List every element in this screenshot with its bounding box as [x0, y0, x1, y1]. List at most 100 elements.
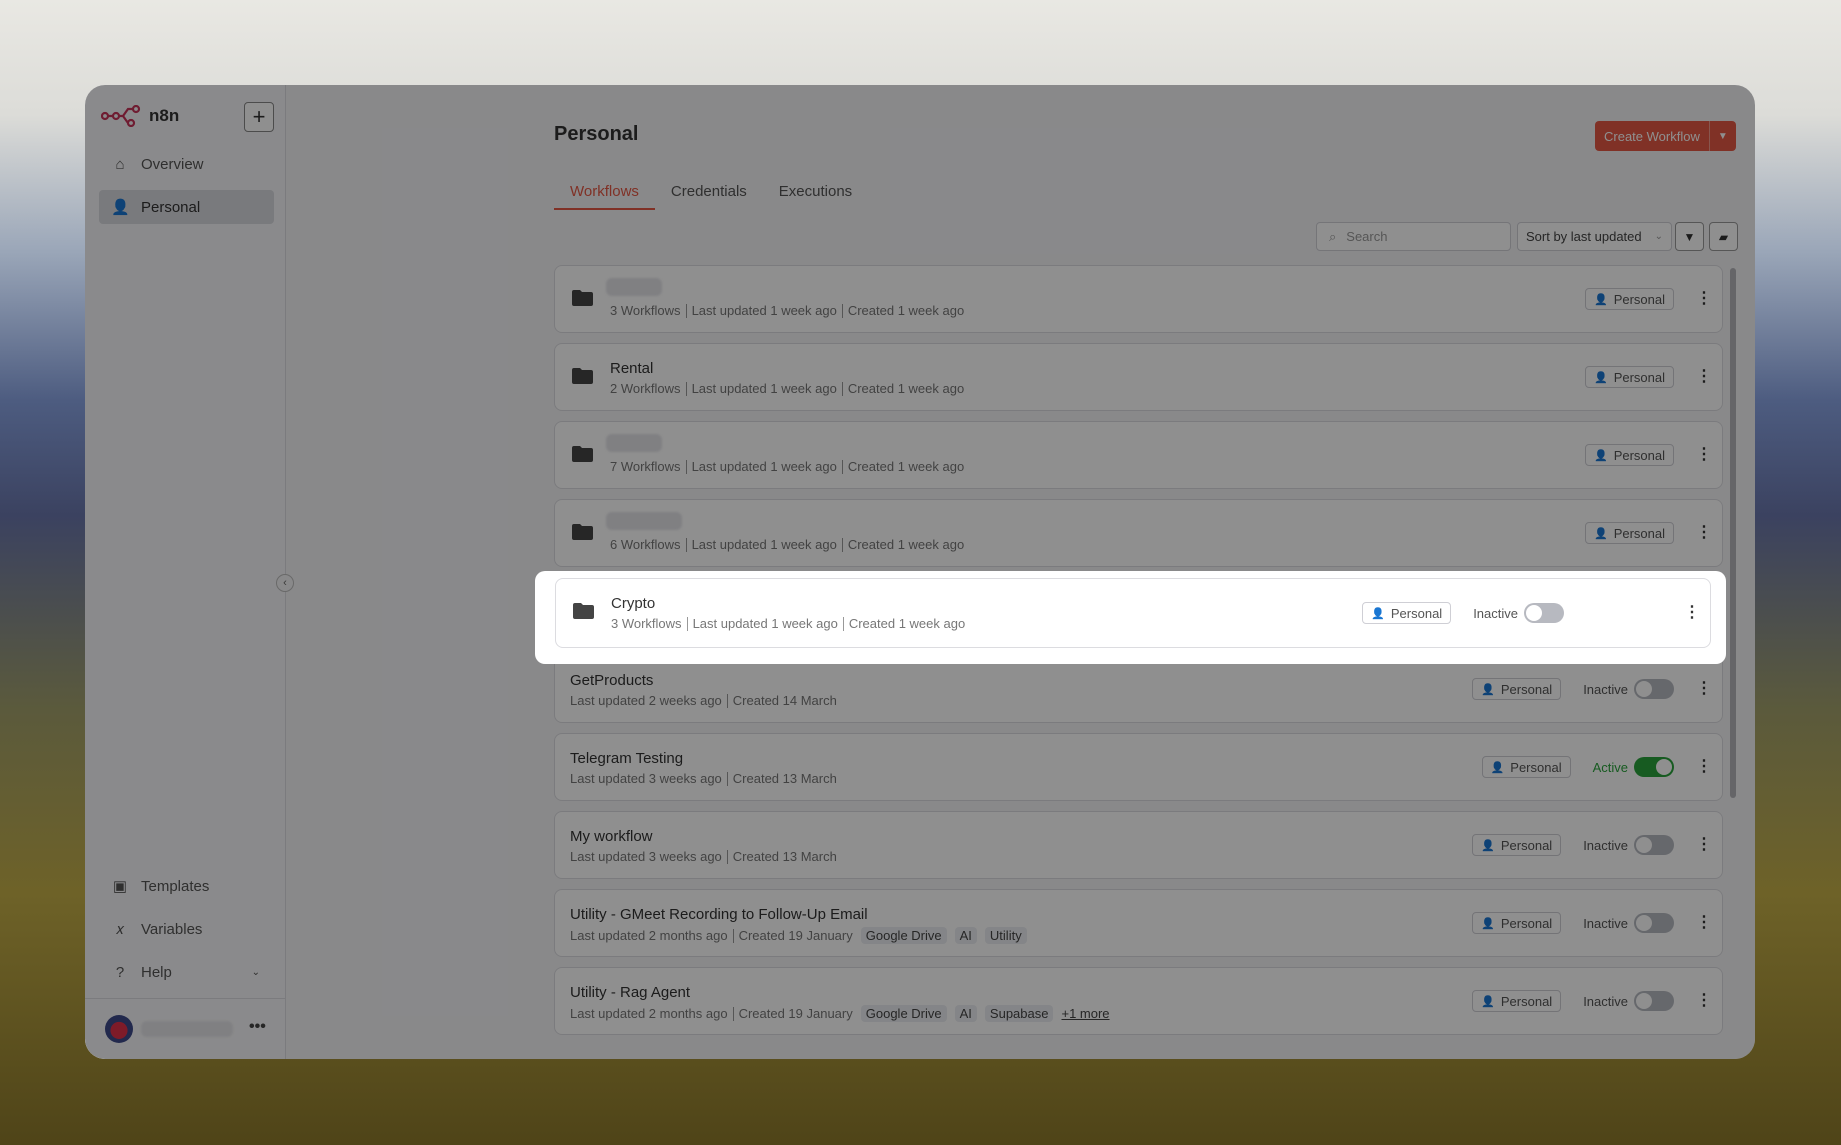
more-options-icon[interactable]: ⋮ — [1696, 681, 1712, 697]
row-actions: 👤 Personal ⋮ — [1584, 344, 1712, 410]
folder-row[interactable]: 6 Workflows Last updated 1 week ago Create… — [554, 499, 1723, 567]
more-options-icon[interactable]: ⋮ — [1696, 837, 1712, 853]
sidebar-item-help[interactable]: ? Help ⌄ — [99, 955, 274, 989]
user-icon: 👤 — [1593, 293, 1608, 306]
folder-row[interactable]: 7 Workflows Last updated 1 week ago Create… — [554, 421, 1723, 489]
new-button[interactable]: + — [244, 102, 274, 132]
tag[interactable]: Google Drive — [860, 927, 947, 944]
sidebar-item-variables[interactable]: 𝑥 Variables — [99, 912, 274, 946]
row-title[interactable]: Utility - Rag Agent — [570, 984, 690, 1001]
more-options-icon[interactable]: ⋮ — [1696, 915, 1712, 931]
avatar[interactable] — [105, 1015, 133, 1043]
more-options-icon[interactable]: ⋮ — [1696, 525, 1712, 541]
sidebar-item-overview[interactable]: ⌂ Overview — [99, 147, 274, 181]
row-title[interactable]: Crypto — [611, 595, 655, 612]
sidebar-item-personal[interactable]: 👤 Personal — [99, 190, 274, 224]
meta-text: 6 Workflows — [610, 537, 681, 552]
meta-text: Last updated 2 months ago — [570, 928, 728, 943]
more-tags-link[interactable]: +1 more — [1061, 1006, 1109, 1021]
meta-text: 2 Workflows — [610, 381, 681, 396]
meta-text: Last updated 3 weeks ago — [570, 771, 722, 786]
more-options-icon[interactable]: ⋮ — [1696, 447, 1712, 463]
active-toggle[interactable] — [1634, 679, 1674, 699]
scrollbar[interactable] — [1730, 268, 1736, 798]
separator — [726, 849, 728, 864]
home-icon: ⌂ — [115, 155, 125, 173]
create-workflow-label[interactable]: Create Workflow — [1595, 121, 1709, 151]
tag[interactable]: Utility — [984, 927, 1027, 944]
user-icon: 👤 — [1593, 371, 1608, 384]
chevron-left-icon: ‹ — [283, 577, 287, 589]
workflow-row[interactable]: Utility - Rag Agent Last updated 2 months… — [554, 967, 1723, 1035]
row-title[interactable]: Telegram Testing — [570, 750, 683, 767]
folder-row[interactable]: Rental 2 Workflows Last updated 1 week ago… — [554, 343, 1723, 411]
nav-label: Templates — [141, 877, 210, 895]
separator — [841, 459, 843, 474]
meta-text: Created 19 January — [738, 1006, 853, 1021]
sidebar-item-templates[interactable]: ▣ Templates — [99, 869, 274, 903]
folder-row[interactable]: Crypto 3 Workflows Last updated 1 week ago… — [555, 578, 1711, 648]
chevron-down-icon: ⌄ — [1654, 231, 1663, 242]
separator — [841, 303, 843, 318]
status-label: Inactive — [1473, 605, 1518, 621]
tab-credentials[interactable]: Credentials — [655, 183, 763, 210]
row-title[interactable]: Utility - GMeet Recording to Follow-Up E… — [570, 906, 868, 923]
divider — [85, 998, 285, 999]
create-workflow-button[interactable]: Create Workflow ▼ — [1595, 121, 1736, 151]
search-input[interactable]: ⌕ Search — [1316, 222, 1511, 251]
separator — [685, 537, 687, 552]
row-title[interactable]: GetProducts — [570, 672, 653, 689]
tabs: Workflows Credentials Executions — [554, 183, 868, 210]
more-options-icon[interactable]: ⋮ — [1696, 369, 1712, 385]
user-menu-button[interactable]: ••• — [249, 1018, 266, 1036]
active-toggle[interactable] — [1634, 835, 1674, 855]
more-options-icon[interactable]: ⋮ — [1696, 993, 1712, 1009]
more-options-icon[interactable]: ⋮ — [1696, 291, 1712, 307]
owner-label: Personal — [1390, 605, 1443, 621]
tag[interactable]: AI — [954, 1005, 977, 1022]
owner-label: Personal — [1500, 681, 1553, 697]
active-toggle[interactable] — [1634, 757, 1674, 777]
more-options-icon[interactable]: ⋮ — [1696, 759, 1712, 775]
workflow-row[interactable]: Utility - GMeet Recording to Follow-Up E… — [554, 889, 1723, 957]
nav-label: Help — [141, 963, 172, 981]
name-blurred — [606, 512, 682, 530]
chevron-down-icon[interactable]: ▼ — [1708, 121, 1736, 151]
active-toggle[interactable] — [1634, 991, 1674, 1011]
variable-icon: 𝑥 — [115, 920, 125, 938]
name-blurred — [606, 434, 662, 452]
folder-icon — [572, 524, 593, 540]
row-title[interactable]: Rental — [610, 360, 653, 377]
sidebar: n8n + ⌂ Overview 👤 Personal ▣ Templates 𝑥 Va… — [85, 85, 286, 1059]
meta-text: Last updated 1 week ago — [691, 537, 837, 552]
tab-workflows[interactable]: Workflows — [554, 183, 655, 210]
tag[interactable]: Google Drive — [860, 1005, 947, 1022]
row-meta: 3 Workflows Last updated 1 week ago Create… — [611, 616, 965, 631]
active-toggle[interactable] — [1524, 603, 1564, 623]
user-icon: 👤 — [1490, 761, 1505, 774]
separator — [685, 303, 687, 318]
tag[interactable]: Supabase — [984, 1005, 1054, 1022]
row-actions: 👤 Personal Inactive ⋮ — [1472, 812, 1712, 878]
owner-badge: 👤 Personal — [1472, 912, 1562, 934]
workflow-row[interactable]: Telegram Testing Last updated 3 weeks ago… — [554, 733, 1723, 801]
folder-row[interactable]: 3 Workflows Last updated 1 week ago Create… — [554, 265, 1723, 333]
collapse-sidebar-button[interactable]: ‹ — [276, 574, 294, 592]
tab-executions[interactable]: Executions — [763, 183, 868, 210]
row-title[interactable]: My workflow — [570, 828, 653, 845]
active-toggle[interactable] — [1634, 913, 1674, 933]
tag[interactable]: AI — [954, 927, 977, 944]
workflow-row[interactable]: GetProducts Last updated 2 weeks ago Creat… — [554, 655, 1723, 723]
more-options-icon[interactable]: ⋮ — [1684, 605, 1700, 621]
separator — [842, 616, 844, 631]
workflow-row[interactable]: My workflow Last updated 3 weeks ago Creat… — [554, 811, 1723, 879]
separator — [841, 537, 843, 552]
sort-select[interactable]: Sort by last updated ⌄ — [1517, 222, 1672, 251]
status-label: Inactive — [1583, 837, 1628, 853]
user-icon: 👤 — [1371, 607, 1385, 620]
filter-button[interactable]: ▼ — [1675, 222, 1704, 251]
owner-badge: 👤 Personal — [1584, 366, 1674, 388]
new-folder-button[interactable]: ▰ — [1709, 222, 1738, 251]
logo[interactable]: n8n — [101, 105, 179, 127]
user-icon: 👤 — [1481, 917, 1495, 930]
